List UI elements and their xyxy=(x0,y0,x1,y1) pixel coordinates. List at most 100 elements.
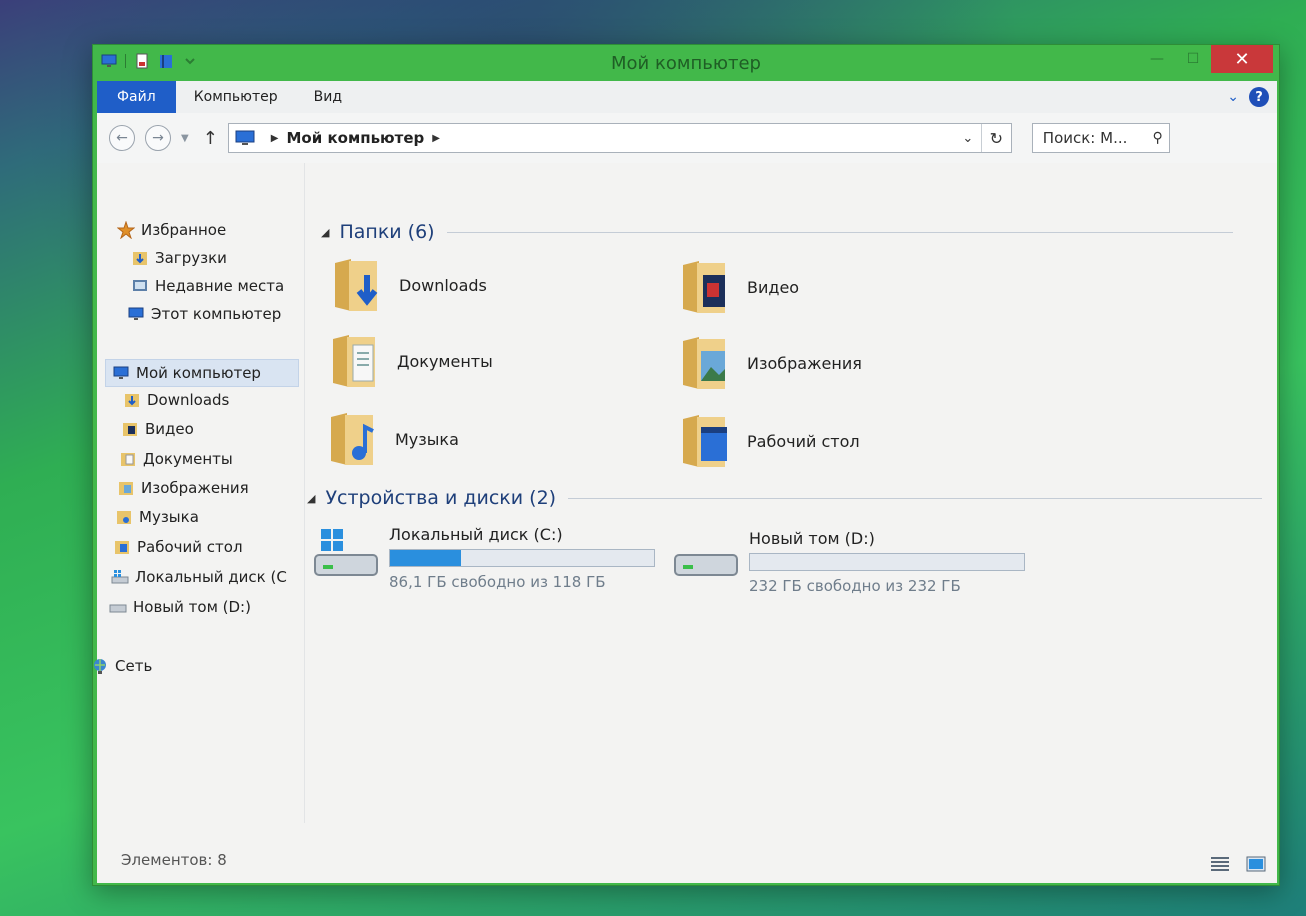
search-input[interactable]: Поиск: М... ⚲ xyxy=(1031,123,1170,153)
group-title: Папки (6) xyxy=(339,221,435,243)
sidebar-item-my-computer[interactable]: Мой компьютер xyxy=(105,359,299,387)
music-folder-icon xyxy=(331,413,374,465)
ribbon-tabs: Файл Компьютер Вид ⌄ ? xyxy=(97,81,1277,113)
drive-info: Новый том (D:) 232 ГБ свободно из 232 ГБ xyxy=(749,529,1025,595)
maximize-button[interactable]: ☐ xyxy=(1175,45,1211,73)
group-divider xyxy=(446,231,1233,233)
sidebar-item-label: Видео xyxy=(145,420,194,438)
computer-icon xyxy=(128,307,144,320)
view-switcher xyxy=(1209,855,1267,873)
drive-usage-bar xyxy=(749,553,1025,571)
sidebar-item-label: Документы xyxy=(143,450,233,468)
folder-tile-music[interactable]: Музыка xyxy=(327,409,459,469)
sidebar-item-label: Новый том (D:) xyxy=(133,598,251,616)
expand-ribbon-icon[interactable]: ⌄ xyxy=(1227,89,1239,105)
breadcrumb-arrow-icon[interactable]: ▶ xyxy=(432,133,440,144)
sidebar-item-label: Downloads xyxy=(147,391,230,409)
sidebar-item-documents[interactable]: Документы xyxy=(119,450,233,468)
sidebar-item-new-volume-d[interactable]: Новый том (D:) xyxy=(109,598,251,616)
drives-group-header[interactable]: ◢ Устройства и диски (2) xyxy=(307,487,1263,509)
tab-computer[interactable]: Компьютер xyxy=(176,81,296,113)
desktop-folder-icon xyxy=(683,415,727,467)
content-area: Избранное Загрузки Недавние места Этот к… xyxy=(94,163,1277,883)
large-icons-view-icon[interactable] xyxy=(1245,855,1267,873)
folders-group-header[interactable]: ◢ Папки (6) xyxy=(321,221,1233,243)
tab-file[interactable]: Файл xyxy=(97,81,176,113)
navigation-pane: Избранное Загрузки Недавние места Этот к… xyxy=(94,163,305,823)
drive-free-space: 232 ГБ свободно из 232 ГБ xyxy=(749,577,961,595)
sidebar-item-music[interactable]: Музыка xyxy=(115,508,199,526)
title-bar[interactable]: Мой компьютер — ☐ ✕ xyxy=(93,45,1279,81)
sidebar-item-label: Локальный диск (С xyxy=(135,568,287,586)
video-folder-icon xyxy=(123,423,137,436)
breadcrumb[interactable]: Мой компьютер xyxy=(287,129,425,147)
window-title: Мой компьютер xyxy=(611,53,761,74)
back-button[interactable]: ← xyxy=(109,125,135,151)
details-view-icon[interactable] xyxy=(1209,855,1231,873)
sidebar-item-network[interactable]: Сеть xyxy=(91,657,152,675)
help-icon[interactable]: ? xyxy=(1249,87,1269,107)
sidebar-item-label: Недавние места xyxy=(155,277,285,295)
recent-places-icon xyxy=(133,280,147,291)
folder-tile-downloads[interactable]: Downloads xyxy=(331,255,487,315)
folder-tile-pictures[interactable]: Изображения xyxy=(679,333,862,393)
window-controls: — ☐ ✕ xyxy=(1139,45,1273,73)
group-divider xyxy=(568,497,1263,499)
downloads-folder-icon xyxy=(133,252,147,265)
address-history-icon[interactable]: ⌄ xyxy=(955,131,981,146)
star-icon xyxy=(117,221,135,239)
ribbon-right: ⌄ ? xyxy=(1227,87,1277,107)
address-bar[interactable]: ▶ Мой компьютер ▶ ⌄ ↻ xyxy=(227,123,1012,153)
drive-info: Локальный диск (C:) 86,1 ГБ свободно из … xyxy=(389,525,655,591)
sidebar-item-label: Загрузки xyxy=(155,249,227,267)
drive-tile-c[interactable]: Локальный диск (C:) 86,1 ГБ свободно из … xyxy=(313,525,655,591)
sidebar-item-label: Сеть xyxy=(115,657,153,675)
drive-usage-fill xyxy=(390,550,462,566)
music-folder-icon xyxy=(117,511,131,524)
folder-tile-video[interactable]: Видео xyxy=(679,257,799,317)
collapse-icon[interactable]: ◢ xyxy=(321,226,329,239)
system-drive-icon xyxy=(314,529,378,576)
sidebar-item-video[interactable]: Видео xyxy=(121,420,194,438)
folder-tile-desktop[interactable]: Рабочий стол xyxy=(679,411,860,471)
video-folder-icon xyxy=(683,261,725,313)
refresh-icon[interactable]: ↻ xyxy=(980,124,1011,152)
documents-folder-icon xyxy=(121,453,135,466)
breadcrumb-arrow-icon[interactable]: ▶ xyxy=(271,133,279,144)
collapse-icon[interactable]: ◢ xyxy=(307,492,315,505)
downloads-folder-icon xyxy=(125,394,139,407)
desktop-folder-icon xyxy=(115,541,129,554)
drive-name: Новый том (D:) xyxy=(749,529,875,548)
folder-tile-documents[interactable]: Документы xyxy=(329,331,493,391)
drive-tile-d[interactable]: Новый том (D:) 232 ГБ свободно из 232 ГБ xyxy=(673,529,1025,595)
sidebar-item-downloads[interactable]: Загрузки xyxy=(131,249,227,267)
item-count: Элементов: 8 xyxy=(121,851,227,869)
sidebar-item-desktop[interactable]: Рабочий стол xyxy=(113,538,243,556)
sidebar-item-downloads-pc[interactable]: Downloads xyxy=(123,391,229,409)
recent-locations-icon[interactable]: ▼ xyxy=(181,133,189,144)
sidebar-item-recent-places[interactable]: Недавние места xyxy=(131,277,284,295)
folder-label: Изображения xyxy=(747,353,862,373)
pictures-folder-icon xyxy=(683,337,725,389)
sidebar-item-local-disk-c[interactable]: Локальный диск (С xyxy=(111,568,287,586)
sidebar-item-favorites[interactable]: Избранное xyxy=(117,221,226,239)
sidebar-item-pictures[interactable]: Изображения xyxy=(117,479,249,497)
search-icon[interactable]: ⚲ xyxy=(1153,130,1163,146)
downloads-folder-icon xyxy=(335,259,378,311)
up-button[interactable]: ↑ xyxy=(203,128,218,149)
drive-name: Локальный диск (C:) xyxy=(389,525,563,544)
folder-label: Документы xyxy=(397,351,493,371)
close-button[interactable]: ✕ xyxy=(1211,45,1273,73)
status-bar: Элементов: 8 xyxy=(97,823,1277,883)
tab-view[interactable]: Вид xyxy=(296,81,360,113)
navigation-bar: ← → ▼ ↑ ▶ Мой компьютер ▶ ⌄ ↻ Поиск: М..… xyxy=(97,113,1277,163)
folder-label: Рабочий стол xyxy=(747,431,860,451)
forward-button[interactable]: → xyxy=(145,125,171,151)
network-icon xyxy=(94,659,106,674)
system-drive-icon xyxy=(111,570,129,584)
minimize-button[interactable]: — xyxy=(1139,45,1175,73)
sidebar-item-this-pc[interactable]: Этот компьютер xyxy=(127,305,281,323)
sidebar-item-label: Избранное xyxy=(141,221,227,239)
sidebar-item-label: Этот компьютер xyxy=(151,305,282,323)
group-title: Устройства и диски (2) xyxy=(325,487,557,509)
